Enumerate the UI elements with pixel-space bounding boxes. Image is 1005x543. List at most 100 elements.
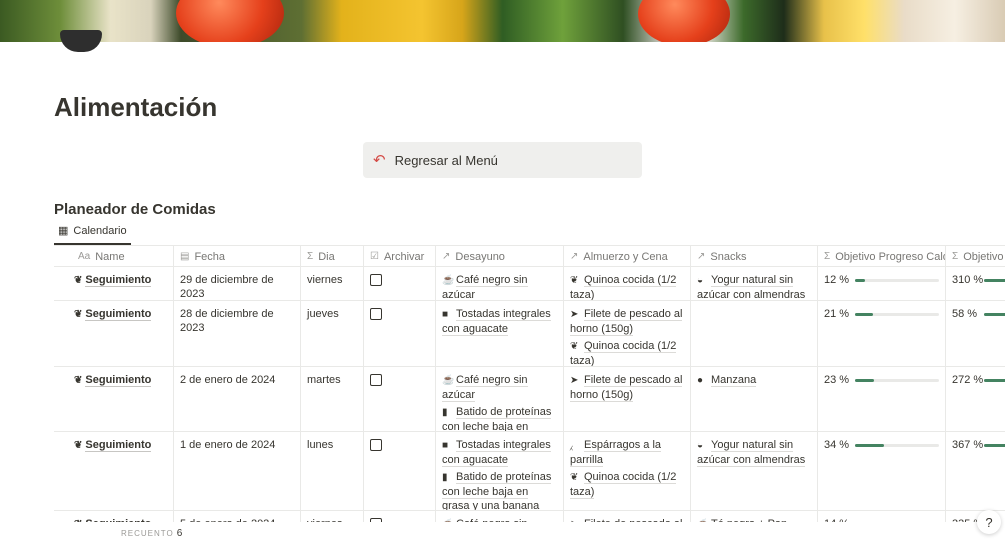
column-name-header[interactable]: Aa Name	[54, 246, 174, 267]
column-type-icon: ▤	[180, 251, 190, 262]
progress-percent: 34 %	[824, 439, 850, 451]
relation-item[interactable]: ■ Tostadas integrales con aguacate	[442, 438, 557, 467]
column-archivar-cell[interactable]	[364, 301, 436, 366]
table-header: Aa Name ▤ Fecha Σ Dia ☑ Archivar ↗ Desayuno ↗ Almue…	[54, 245, 1005, 267]
archive-checkbox[interactable]	[370, 274, 382, 286]
column-archivar-cell[interactable]	[364, 511, 436, 522]
column-type-icon: ↗	[697, 251, 706, 262]
column-label: Name	[95, 250, 125, 263]
column-archivar-cell[interactable]	[364, 367, 436, 431]
relation-item[interactable]: ■ Tostadas integrales con aguacate	[442, 307, 557, 336]
tea-icon: ☕	[697, 518, 711, 522]
column-fecha-cell: 1 de enero de 2024	[174, 432, 301, 510]
archive-checkbox[interactable]	[370, 439, 382, 451]
cover-image	[0, 0, 1005, 42]
bread-icon: ■	[442, 440, 449, 451]
row-title-link[interactable]: Seguimiento	[85, 439, 152, 452]
page-title: Alimentación	[54, 92, 218, 122]
relation-item[interactable]: ▮Batido de proteínas con leche baja en g…	[442, 405, 557, 431]
progress-percent: 58 %	[952, 308, 978, 320]
bottle-icon: ▮	[442, 407, 448, 418]
utensils-icon: ❦	[74, 440, 83, 451]
row-title-link[interactable]: Seguimiento	[85, 308, 152, 321]
relation-item[interactable]: ➤ Filete de pescado al horno (150g)	[570, 307, 684, 336]
archive-checkbox[interactable]	[370, 518, 382, 522]
relation-item[interactable]: ◒ Yogur natural sin azúcar con almendras	[697, 438, 811, 467]
column-objetivo-calorias-cell: 21 %	[818, 301, 946, 366]
column-fecha-header[interactable]: ▤ Fecha	[174, 246, 301, 267]
relation-label: Filete de pescado al horno (150g)	[570, 374, 683, 402]
column-snacks-cell: ● Manzana	[691, 367, 818, 431]
table-row[interactable]: ❦ Seguimiento 29 de diciembre de 2023 viern…	[54, 267, 1005, 301]
column-archivar-cell[interactable]	[364, 267, 436, 300]
row-title-link[interactable]: Seguimiento	[85, 518, 152, 522]
apple-icon: ●	[697, 375, 704, 386]
column-fecha-cell: 2 de enero de 2024	[174, 367, 301, 431]
column-type-icon: ↗	[570, 251, 579, 262]
column-objetivo-proteina-header[interactable]: Σ Objetivo P	[946, 246, 1005, 267]
column-desayuno-header[interactable]: ↗ Desayuno	[436, 246, 564, 267]
tab-calendario[interactable]: ▦ Calendario	[54, 222, 131, 245]
column-name-cell: ❦Seguimiento	[54, 267, 174, 300]
undo-arrow-icon: ↶	[373, 152, 386, 169]
progress-bar	[855, 312, 939, 316]
progress-indicator: 34 %	[824, 438, 939, 452]
back-to-menu-button[interactable]: ↶ Regresar al Menú	[363, 142, 642, 178]
table-row[interactable]: ❦ Seguimiento 28 de diciembre de 2023 jueve…	[54, 301, 1005, 367]
relation-label: Manzana	[711, 374, 757, 387]
leaf-icon: ❦	[570, 341, 579, 352]
relation-item[interactable]: ☕Café negro sin azúcar	[442, 273, 557, 300]
help-button[interactable]: ?	[977, 510, 1001, 534]
count-value: 6	[176, 528, 183, 539]
progress-indicator: 21 %	[824, 307, 939, 321]
column-snacks-cell: ◒ Yogur natural sin azúcar con almendras	[691, 267, 818, 300]
table-row[interactable]: ❦ Seguimiento 1 de enero de 2024 lunes ■ Tost…	[54, 432, 1005, 511]
tomato-image	[638, 0, 730, 42]
bowl-icon[interactable]	[60, 30, 102, 52]
progress-percent: 23 %	[824, 374, 850, 386]
column-almuerzo-cena-header[interactable]: ↗ Almuerzo y Cena	[564, 246, 691, 267]
relation-item[interactable]: ➤ Filete de pescado al horno (150g)	[570, 373, 684, 402]
archive-checkbox[interactable]	[370, 374, 382, 386]
relation-item[interactable]: ⁁ Espárragos a la parrilla	[570, 438, 684, 467]
relation-item[interactable]: ◒ Yogur natural sin azúcar con almendras	[697, 273, 811, 300]
column-dia-cell: viernes	[301, 267, 364, 300]
asparagus-icon: ⁁	[570, 440, 573, 451]
table-row[interactable]: ❦ Seguimiento 2 de enero de 2024 martes ☕ Caf…	[54, 367, 1005, 432]
relation-item[interactable]: ➤Filete de pescado al	[570, 517, 684, 522]
relation-item[interactable]: ☕Té negro + Pan Integral	[697, 517, 811, 522]
table-row[interactable]: ❦Seguimiento5 de enero de 2024viernes☕Ca…	[54, 511, 1005, 522]
progress-percent: 310 %	[952, 274, 984, 286]
row-title-link[interactable]: Seguimiento	[85, 274, 152, 287]
column-objetivo-proteina-cell: 58 %	[946, 301, 1005, 366]
column-objetivo-calorias-header[interactable]: Σ Objetivo Progreso Calo...	[818, 246, 946, 267]
column-dia-header[interactable]: Σ Dia	[301, 246, 364, 267]
relation-item[interactable]: ● Manzana	[697, 373, 811, 388]
bread-icon: ■	[442, 309, 449, 320]
column-archivar-cell[interactable]	[364, 432, 436, 510]
progress-percent: 367 %	[952, 439, 984, 451]
progress-fill	[984, 278, 1005, 282]
column-desayuno-cell: ☕ Café negro sin azúcar ▮ Batido de proteín…	[436, 367, 564, 431]
progress-percent: 335 %	[952, 517, 983, 522]
column-almuerzo-cena-cell: ➤ Filete de pescado al horno (150g)	[564, 367, 691, 431]
column-label: Objetivo Progreso Calo...	[835, 250, 946, 263]
column-label: Almuerzo y Cena	[583, 250, 668, 263]
relation-item[interactable]: ☕Café negro sin azúcar	[442, 517, 557, 522]
column-archivar-header[interactable]: ☑ Archivar	[364, 246, 436, 267]
relation-item[interactable]: ❦ Quinoa cocida (1/2 taza)	[570, 339, 684, 366]
archive-checkbox[interactable]	[370, 308, 382, 320]
column-snacks-header[interactable]: ↗ Snacks	[691, 246, 818, 267]
relation-label: Filete de pescado al	[584, 518, 683, 522]
column-desayuno-cell: ☕Café negro sin azúcar	[436, 267, 564, 300]
relation-item[interactable]: ☕Café negro sin azúcar	[442, 373, 557, 402]
column-objetivo-calorias-cell: 12 %	[818, 267, 946, 300]
column-desayuno-cell: ■ Tostadas integrales con aguacate	[436, 301, 564, 366]
relation-item[interactable]: ❦ Quinoa cocida (1/2 taza)	[570, 273, 684, 300]
column-fecha-cell: 29 de diciembre de 2023	[174, 267, 301, 300]
progress-fill	[855, 278, 866, 282]
relation-item[interactable]: ❦ Quinoa cocida (1/2 taza)	[570, 470, 684, 499]
column-type-icon: Σ	[307, 251, 314, 262]
relation-item[interactable]: ▮Batido de proteínas con leche baja en g…	[442, 470, 557, 510]
row-title-link[interactable]: Seguimiento	[85, 374, 152, 387]
